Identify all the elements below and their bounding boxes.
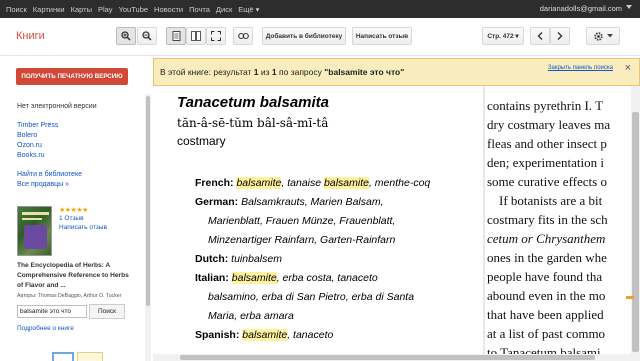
- next-page-button[interactable]: [550, 27, 570, 45]
- write-review-button[interactable]: Написать отзыв: [352, 27, 412, 45]
- page-text-line: that have been applied: [487, 307, 604, 322]
- seller-books-ru[interactable]: Books.ru: [17, 152, 45, 159]
- page-text-line: Maria, erba amara: [208, 310, 294, 322]
- book-sidebar: ПОЛУЧИТЬ ПЕЧАТНУЮ ВЕРСИЮ Нет электронной…: [0, 56, 150, 361]
- link-button[interactable]: [233, 27, 253, 45]
- entry-heading: Tanacetum balsamita: [177, 94, 329, 111]
- page-icon: [172, 31, 180, 41]
- find-in-library-link[interactable]: Найти в библиотеке: [17, 171, 82, 178]
- chevron-right-icon: [557, 32, 563, 40]
- book-title-line-1: The Encyclopedia of Herbs: A: [17, 262, 111, 269]
- chevron-left-icon: [537, 32, 543, 40]
- page-text-line: den; experimentation i: [487, 155, 604, 170]
- page-text-line: Dutch: tuinbalsem: [195, 253, 282, 265]
- page-text-line: balsamino, erba di San Pietro, erba di S…: [208, 291, 415, 303]
- zoom-out-button[interactable]: [137, 27, 157, 45]
- fullscreen-button[interactable]: [206, 27, 226, 45]
- nav-maps[interactable]: Карты: [71, 5, 92, 14]
- page-text-line: If botanists are a bit: [499, 193, 603, 208]
- review-count-link[interactable]: 1 Отзыв: [59, 215, 84, 222]
- write-review-link[interactable]: Написать отзыв: [59, 224, 107, 231]
- entry-pronunciation: tăn-â-sē-tŭm bâl-sâ-mī-tâ: [177, 116, 329, 130]
- page-text-line: German: Balsamkrauts, Marien Balsam,: [195, 196, 384, 208]
- account-caret-icon[interactable]: [626, 5, 632, 9]
- nav-youtube[interactable]: YouTube: [119, 5, 148, 14]
- page-text-line: costmary fits in the sch: [487, 212, 608, 227]
- two-page-view-button[interactable]: [186, 27, 206, 45]
- more-about-book-link[interactable]: Подробнее о книге: [17, 325, 74, 332]
- page-text-line: abound even in the mo: [487, 288, 606, 303]
- book-title-line-3: of Flavor and ...: [17, 282, 66, 289]
- page-select-dropdown[interactable]: Стр. 472 ▾: [482, 27, 524, 45]
- search-in-book-input[interactable]: [17, 305, 87, 318]
- fullscreen-icon: [211, 31, 221, 41]
- seller-ozon[interactable]: Ozon.ru: [17, 142, 42, 149]
- search-hit-marker: [626, 296, 634, 299]
- book-page-right: contains pyrethrin I. T dry costmary lea…: [487, 86, 640, 361]
- single-page-view-button[interactable]: [166, 27, 186, 45]
- seller-timber-press[interactable]: Timber Press: [17, 122, 58, 129]
- page-text-line: Spanish: balsamite, tanaceto: [195, 329, 334, 341]
- book-title-line-2: Comprehensive Reference to Herbs: [17, 272, 129, 279]
- page-text-line: Marienblatt, Frauen Münze, Frauenblatt,: [208, 215, 396, 227]
- book-page-viewer[interactable]: Tanacetum balsamita tăn-â-sē-tŭm bâl-sâ-…: [153, 86, 640, 361]
- no-ebook-text: Нет электронной версии: [17, 103, 97, 110]
- google-top-bar: Поиск Картинки Карты Play YouTube Новост…: [0, 0, 640, 18]
- book-cover[interactable]: [17, 206, 52, 256]
- zoom-in-button[interactable]: [116, 27, 136, 45]
- gear-icon: [594, 31, 603, 41]
- page-divider: [483, 86, 485, 361]
- chevron-down-icon: [607, 34, 613, 38]
- sidebar-scrollbar-thumb[interactable]: [146, 96, 150, 306]
- prev-page-button[interactable]: [530, 27, 550, 45]
- two-page-icon: [191, 31, 201, 41]
- rating-stars: ★★★★★: [59, 207, 88, 214]
- page-thumbnail[interactable]: [52, 352, 74, 361]
- book-page-left: Tanacetum balsamita tăn-â-sē-tŭm bâl-sâ-…: [153, 86, 483, 361]
- account-email[interactable]: darianadolls@gmail.com: [540, 4, 622, 13]
- google-nav: Поиск Картинки Карты Play YouTube Новост…: [6, 0, 265, 18]
- books-logo[interactable]: Книги: [16, 30, 45, 42]
- search-result-message: В этой книге: результат 1 из 1 по запрос…: [160, 67, 405, 77]
- page-text-line: Minzenartiger Rainfarn, Garten-Rainfarn: [208, 234, 396, 246]
- horizontal-scrollbar-thumb[interactable]: [180, 355, 595, 360]
- nav-play[interactable]: Play: [98, 5, 113, 14]
- all-sellers-link[interactable]: Все продавцы »: [17, 181, 69, 188]
- page-text-line: contains pyrethrin I. T: [487, 98, 604, 113]
- books-header: Книги Добавить в библиотеку Написать отз…: [0, 18, 640, 56]
- page-thumbnail[interactable]: [77, 352, 103, 361]
- settings-button[interactable]: [586, 27, 620, 45]
- close-search-panel-link[interactable]: Закрыть панель поиска: [548, 65, 613, 71]
- page-text-line: Italian: balsamite, erba costa, tanaceto: [195, 272, 378, 284]
- page-text-line: cetum or Chrysanthem: [487, 231, 606, 246]
- link-icon: [237, 32, 249, 40]
- zoom-in-icon: [121, 31, 131, 41]
- search-result-bar: В этой книге: результат 1 из 1 по запрос…: [153, 58, 640, 86]
- nav-search[interactable]: Поиск: [6, 5, 27, 14]
- nav-images[interactable]: Картинки: [33, 5, 65, 14]
- buy-print-button[interactable]: ПОЛУЧИТЬ ПЕЧАТНУЮ ВЕРСИЮ: [16, 68, 128, 85]
- page-text-line: French: balsamite, tanaise balsamite, me…: [195, 177, 431, 189]
- nav-drive[interactable]: Диск: [216, 5, 232, 14]
- page-text-line: some curative effects o: [487, 174, 607, 189]
- zoom-out-icon: [142, 31, 152, 41]
- seller-bolero[interactable]: Bolero: [17, 132, 37, 139]
- page-text-line: fleas and other insect p: [487, 136, 607, 151]
- page-text-line: dry costmary leaves ma: [487, 117, 611, 132]
- close-icon[interactable]: ×: [625, 62, 631, 74]
- viewer-scrollbar-thumb[interactable]: [632, 112, 639, 352]
- add-to-library-button[interactable]: Добавить в библиотеку: [262, 27, 346, 45]
- page-text-line: at a list of past commo: [487, 326, 606, 341]
- page-text-line: people have found tha: [487, 269, 603, 284]
- nav-mail[interactable]: Почта: [189, 5, 210, 14]
- book-authors: Авторы: Thomas DeBaggio, Arthur O. Tucke…: [17, 293, 122, 299]
- nav-news[interactable]: Новости: [154, 5, 183, 14]
- nav-more[interactable]: Ещё ▾: [238, 5, 259, 14]
- entry-common-name: costmary: [177, 134, 226, 148]
- search-in-book-button[interactable]: Поиск: [89, 304, 125, 319]
- page-text-line: ones in the garden whe: [487, 250, 607, 265]
